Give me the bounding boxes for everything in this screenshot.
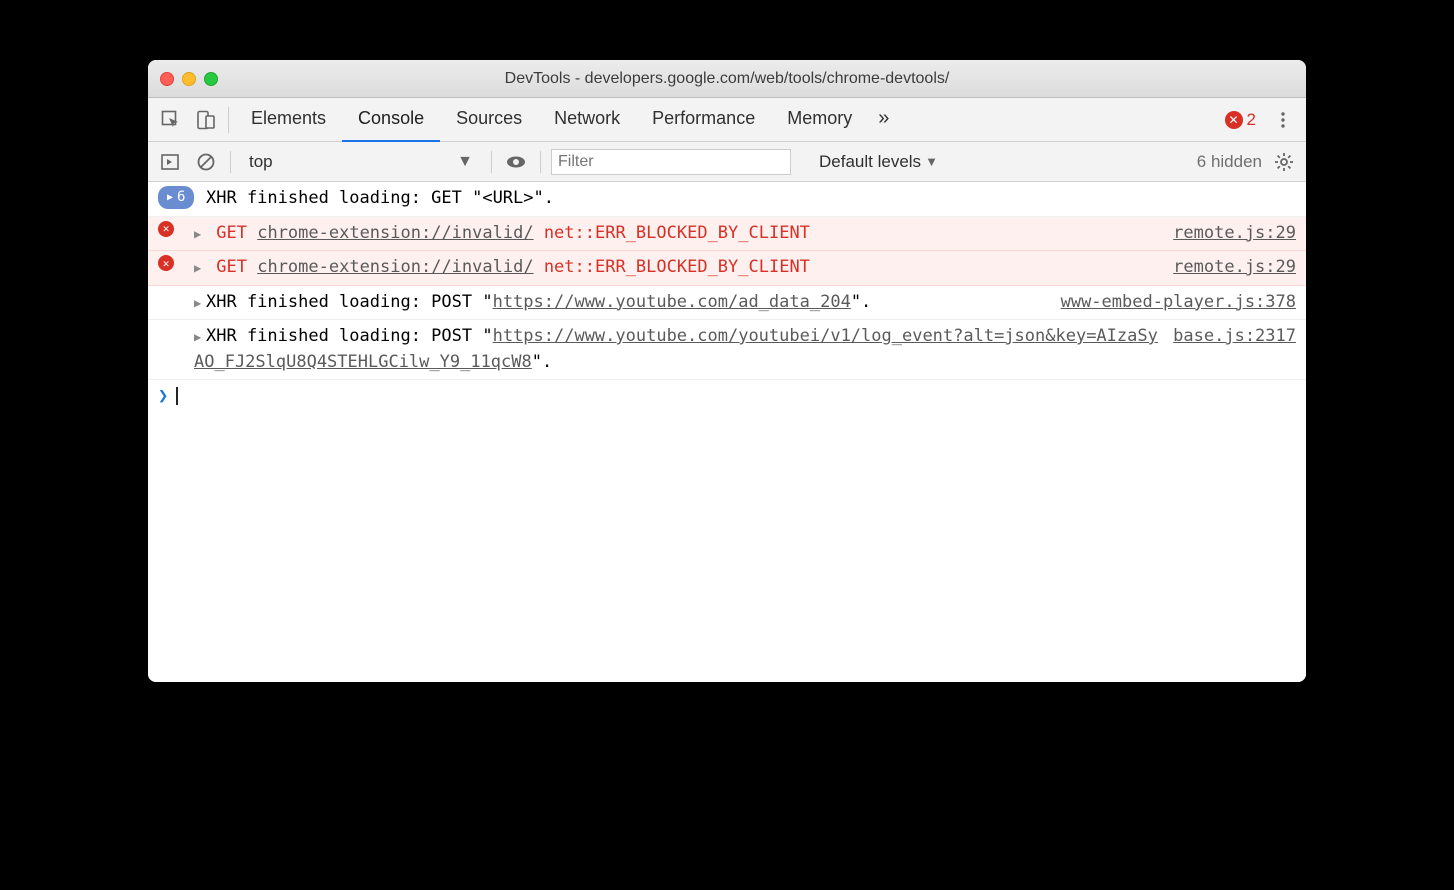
separator (540, 151, 541, 173)
console-row[interactable]: ▶6 XHR finished loading: GET "<URL>". (148, 182, 1306, 217)
tab-console[interactable]: Console (342, 98, 440, 142)
console-row[interactable]: ▶XHR finished loading: POST "https://www… (148, 286, 1306, 321)
live-expression-icon[interactable] (502, 148, 530, 176)
log-suffix: ". (532, 352, 552, 372)
chevron-down-icon: ▼ (457, 153, 473, 171)
expand-caret-icon[interactable]: ▶ (194, 259, 206, 277)
devtools-window: DevTools - developers.google.com/web/too… (148, 60, 1306, 682)
request-url[interactable]: chrome-extension://invalid/ (257, 223, 533, 243)
tab-performance[interactable]: Performance (636, 98, 771, 142)
tab-label: Sources (456, 108, 522, 129)
error-message: net::ERR_BLOCKED_BY_CLIENT (544, 223, 810, 243)
source-link[interactable]: base.js:2317 (1173, 324, 1296, 350)
device-toolbar-icon[interactable] (188, 98, 222, 142)
log-prefix: XHR finished loading: POST " (206, 326, 493, 346)
chevron-down-icon: ▼ (925, 154, 938, 169)
prompt-caret-icon: ❯ (158, 386, 168, 406)
more-tabs-button[interactable]: » (868, 98, 899, 142)
tab-sources[interactable]: Sources (440, 98, 538, 142)
error-count-indicator[interactable]: ✕ 2 (1225, 110, 1256, 130)
zoom-window-button[interactable] (204, 72, 218, 86)
error-icon: ✕ (158, 221, 174, 237)
titlebar: DevTools - developers.google.com/web/too… (148, 60, 1306, 98)
hidden-count[interactable]: 6 hidden (1197, 152, 1262, 172)
expand-caret-icon[interactable]: ▶ (194, 225, 206, 243)
log-prefix: XHR finished loading: POST " (206, 292, 493, 312)
levels-label: Default levels (819, 152, 921, 172)
clear-console-icon[interactable] (192, 148, 220, 176)
window-title: DevTools - developers.google.com/web/too… (148, 70, 1306, 88)
http-method: GET (216, 257, 247, 277)
error-icon: ✕ (1225, 111, 1243, 129)
http-method: GET (216, 223, 247, 243)
settings-gear-icon[interactable] (1270, 148, 1298, 176)
context-value: top (249, 152, 273, 172)
minimize-window-button[interactable] (182, 72, 196, 86)
inspect-element-icon[interactable] (154, 98, 188, 142)
tab-elements[interactable]: Elements (235, 98, 342, 142)
expand-caret-icon[interactable]: ▶ (194, 294, 206, 312)
log-suffix: ". (851, 292, 871, 312)
request-url[interactable]: https://www.youtube.com/ad_data_204 (493, 292, 851, 312)
console-error-row[interactable]: ✕ ▶ GET chrome-extension://invalid/ net:… (148, 217, 1306, 252)
filter-input[interactable] (551, 149, 791, 175)
close-window-button[interactable] (160, 72, 174, 86)
log-message: XHR finished loading: GET "<URL>". (194, 186, 1296, 212)
console-row[interactable]: ▶XHR finished loading: POST "https://www… (148, 320, 1306, 380)
console-error-row[interactable]: ✕ ▶ GET chrome-extension://invalid/ net:… (148, 251, 1306, 286)
source-link[interactable]: www-embed-player.js:378 (1061, 290, 1296, 316)
source-link[interactable]: remote.js:29 (1173, 255, 1296, 281)
tab-label: Network (554, 108, 620, 129)
repeat-count-pill: ▶6 (158, 186, 194, 209)
console-prompt[interactable]: ❯ (148, 380, 1306, 412)
error-count-value: 2 (1247, 110, 1256, 130)
error-message: net::ERR_BLOCKED_BY_CLIENT (544, 257, 810, 277)
pill-count: 6 (177, 187, 185, 208)
tab-memory[interactable]: Memory (771, 98, 868, 142)
tab-network[interactable]: Network (538, 98, 636, 142)
error-icon: ✕ (158, 255, 174, 271)
traffic-lights (160, 72, 218, 86)
tab-label: Performance (652, 108, 755, 129)
tab-label: Elements (251, 108, 326, 129)
separator (491, 151, 492, 173)
separator (230, 151, 231, 173)
tab-label: Memory (787, 108, 852, 129)
tab-label: Console (358, 108, 424, 129)
expand-caret-icon[interactable]: ▶ (194, 328, 206, 346)
source-link[interactable]: remote.js:29 (1173, 221, 1296, 247)
console-output: ▶6 XHR finished loading: GET "<URL>". ✕ … (148, 182, 1306, 682)
more-icon: » (878, 107, 889, 130)
kebab-menu-icon[interactable] (1266, 98, 1300, 142)
main-tabs: Elements Console Sources Network Perform… (148, 98, 1306, 142)
separator (228, 107, 229, 133)
context-selector[interactable]: top ▼ (241, 152, 481, 172)
toggle-sidebar-icon[interactable] (156, 148, 184, 176)
console-toolbar: top ▼ Default levels ▼ 6 hidden (148, 142, 1306, 182)
input-cursor (176, 387, 178, 405)
request-url[interactable]: chrome-extension://invalid/ (257, 257, 533, 277)
log-levels-selector[interactable]: Default levels ▼ (819, 152, 938, 172)
